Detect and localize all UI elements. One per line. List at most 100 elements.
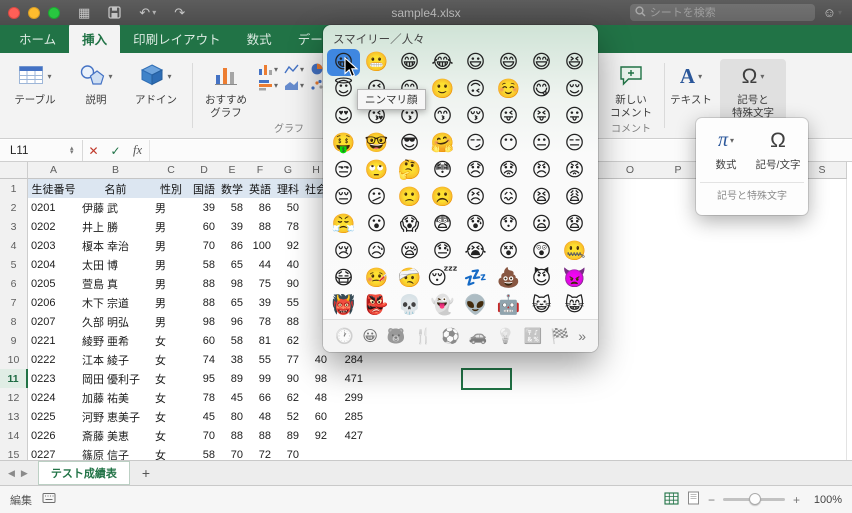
cell-H12[interactable]: 48 <box>302 388 331 408</box>
cell-B2[interactable]: 伊藤 武 <box>79 198 153 218</box>
table-button[interactable]: ▾ テーブル <box>6 59 64 109</box>
cell-H13[interactable]: 60 <box>302 407 331 427</box>
emoji-cell-8-1[interactable]: 🤒 <box>360 265 393 292</box>
cell-O7[interactable] <box>606 293 655 313</box>
cell-P8[interactable] <box>654 312 703 332</box>
cell-M12[interactable] <box>510 388 559 408</box>
cell-O11[interactable] <box>606 369 655 389</box>
cell-N10[interactable] <box>558 350 607 370</box>
cell-A7[interactable]: 0206 <box>28 293 80 313</box>
row-header-6[interactable]: 6 <box>0 274 28 294</box>
cell-O6[interactable] <box>606 274 655 294</box>
cell-O1[interactable] <box>606 179 655 199</box>
fullscreen-window-button[interactable] <box>48 6 60 19</box>
column-header-E[interactable]: E <box>218 162 247 179</box>
cell-R12[interactable] <box>750 388 799 408</box>
column-header-B[interactable]: B <box>79 162 153 179</box>
emoji-cell-9-2[interactable]: 💀 <box>393 292 426 319</box>
cell-G3[interactable]: 78 <box>274 217 303 237</box>
emoji-cell-8-2[interactable]: 🤕 <box>393 265 426 292</box>
cell-G9[interactable]: 62 <box>274 331 303 351</box>
emoji-cell-6-2[interactable]: 😱 <box>393 211 426 238</box>
cell-O13[interactable] <box>606 407 655 427</box>
cell-E1[interactable]: 数学 <box>218 179 247 199</box>
emoji-cell-3-1[interactable]: 🤓 <box>360 130 393 157</box>
emoji-cell-5-6[interactable]: 😫 <box>525 184 558 211</box>
cell-H14[interactable]: 92 <box>302 426 331 446</box>
cell-B14[interactable]: 斎藤 美恵 <box>79 426 153 446</box>
column-header-A[interactable]: A <box>28 162 80 179</box>
row-header-10[interactable]: 10 <box>0 350 28 370</box>
emoji-cell-8-5[interactable]: 💩 <box>492 265 525 292</box>
cell-O8[interactable] <box>606 312 655 332</box>
cell-N11[interactable] <box>558 369 607 389</box>
cell-R7[interactable] <box>750 293 799 313</box>
page-layout-view-icon[interactable] <box>687 491 700 508</box>
cell-R15[interactable] <box>750 445 799 460</box>
cell-D12[interactable]: 78 <box>190 388 219 408</box>
cell-A15[interactable]: 0227 <box>28 445 80 460</box>
cell-D4[interactable]: 70 <box>190 236 219 256</box>
cell-Q13[interactable] <box>702 407 751 427</box>
cell-P7[interactable] <box>654 293 703 313</box>
cell-G11[interactable]: 90 <box>274 369 303 389</box>
cell-Q8[interactable] <box>702 312 751 332</box>
emoji-cell-0-1[interactable]: 😬 <box>360 49 393 76</box>
cell-G1[interactable]: 理科 <box>274 179 303 199</box>
cell-D3[interactable]: 60 <box>190 217 219 237</box>
emoji-cell-8-0[interactable]: 😷 <box>327 265 360 292</box>
emoji-cell-0-2[interactable]: 😁 <box>393 49 426 76</box>
cell-E4[interactable]: 86 <box>218 236 247 256</box>
activity-category-icon[interactable]: ⚽ <box>441 329 460 344</box>
cell-H11[interactable]: 98 <box>302 369 331 389</box>
cell-D5[interactable]: 58 <box>190 255 219 275</box>
cell-A3[interactable]: 0202 <box>28 217 80 237</box>
cell-Q3[interactable] <box>702 217 751 237</box>
symbol-button[interactable]: Ω 記号/文字 <box>753 124 803 175</box>
cell-F12[interactable]: 66 <box>246 388 275 408</box>
emoji-cell-9-3[interactable]: 👻 <box>426 292 459 319</box>
row-header-5[interactable]: 5 <box>0 255 28 275</box>
cell-G15[interactable]: 70 <box>274 445 303 460</box>
cell-G13[interactable]: 52 <box>274 407 303 427</box>
objects-category-icon[interactable]: 💡 <box>496 329 515 344</box>
cell-E5[interactable]: 65 <box>218 255 247 275</box>
illustrations-button[interactable]: ▾ 説明 <box>70 59 122 109</box>
cell-C7[interactable]: 男 <box>152 293 191 313</box>
emoji-cell-8-7[interactable]: 👿 <box>558 265 591 292</box>
emoji-cell-6-1[interactable]: 😮 <box>360 211 393 238</box>
cell-E14[interactable]: 88 <box>218 426 247 446</box>
text-button[interactable]: A ▾ テキスト <box>668 59 714 109</box>
cell-F8[interactable]: 78 <box>246 312 275 332</box>
row-header-9[interactable]: 9 <box>0 331 28 351</box>
cell-P15[interactable] <box>654 445 703 460</box>
cell-D11[interactable]: 95 <box>190 369 219 389</box>
cell-A4[interactable]: 0203 <box>28 236 80 256</box>
emoji-cell-5-0[interactable]: 😔 <box>327 184 360 211</box>
cell-D15[interactable]: 58 <box>190 445 219 460</box>
cell-K15[interactable] <box>414 445 463 460</box>
tab-挿入[interactable]: 挿入 <box>69 23 121 53</box>
cell-E9[interactable]: 58 <box>218 331 247 351</box>
cell-F5[interactable]: 44 <box>246 255 275 275</box>
cancel-icon[interactable]: ✕ <box>83 144 105 158</box>
cell-E13[interactable]: 80 <box>218 407 247 427</box>
emoji-cell-0-5[interactable]: 😄 <box>492 49 525 76</box>
cell-I15[interactable] <box>330 445 367 460</box>
cell-D8[interactable]: 98 <box>190 312 219 332</box>
cell-G7[interactable]: 55 <box>274 293 303 313</box>
column-header-O[interactable]: O <box>606 162 655 179</box>
emoji-cell-2-5[interactable]: 😜 <box>492 103 525 130</box>
cell-P10[interactable] <box>654 350 703 370</box>
cell-B5[interactable]: 太田 博 <box>79 255 153 275</box>
cell-S6[interactable] <box>798 274 847 294</box>
cell-J14[interactable] <box>366 426 415 446</box>
emoji-cell-7-7[interactable]: 🤐 <box>558 238 591 265</box>
cell-J13[interactable] <box>366 407 415 427</box>
cell-G2[interactable]: 50 <box>274 198 303 218</box>
cell-E11[interactable]: 89 <box>218 369 247 389</box>
emoji-cell-6-5[interactable]: 😯 <box>492 211 525 238</box>
emoji-cell-5-4[interactable]: 😣 <box>459 184 492 211</box>
travel-category-icon[interactable]: 🚗 <box>469 329 488 344</box>
cell-D6[interactable]: 88 <box>190 274 219 294</box>
